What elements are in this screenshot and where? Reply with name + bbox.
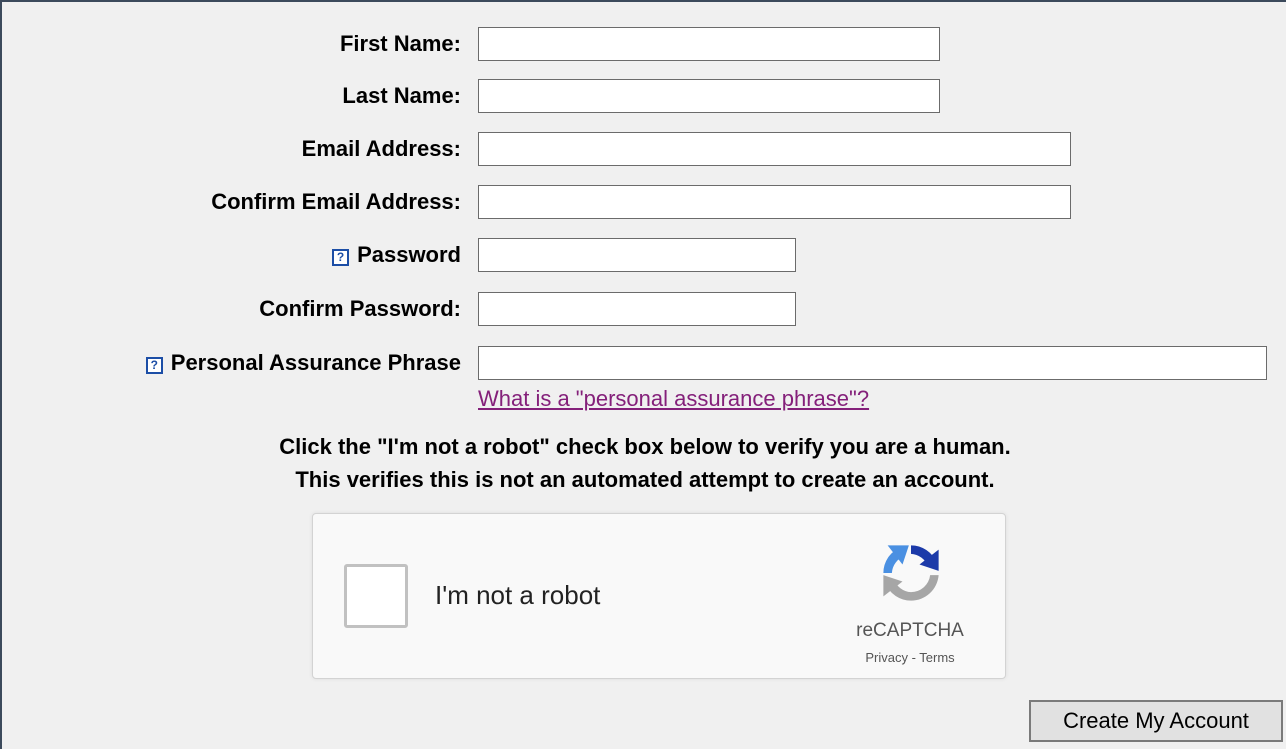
last-name-row: Last Name: — [2, 79, 1286, 113]
confirm-password-input[interactable] — [478, 292, 796, 326]
recaptcha-widget: I'm not a robot reCAPTCHA Privacy - Term… — [312, 513, 1006, 679]
last-name-input[interactable] — [478, 79, 940, 113]
first-name-input[interactable] — [478, 27, 940, 61]
password-input[interactable] — [478, 238, 796, 272]
email-label: Email Address: — [301, 136, 461, 161]
email-row: Email Address: — [2, 132, 1286, 166]
confirm-email-input[interactable] — [478, 185, 1071, 219]
recaptcha-logo-icon — [883, 545, 939, 601]
recaptcha-brand: reCAPTCHA — [856, 620, 964, 641]
phrase-help-link[interactable]: What is a "personal assurance phrase"? — [478, 386, 869, 412]
privacy-link[interactable]: Privacy — [865, 650, 908, 665]
phrase-label-group: ? Personal Assurance Phrase — [145, 346, 461, 380]
phrase-input[interactable] — [478, 346, 1267, 380]
recaptcha-label: I'm not a robot — [435, 580, 601, 610]
terms-link[interactable]: Terms — [919, 650, 954, 665]
recaptcha-links: Privacy - Terms — [825, 650, 995, 665]
phrase-row: ? Personal Assurance Phrase — [2, 346, 1286, 380]
first-name-label: First Name: — [339, 31, 461, 56]
confirm-password-label: Confirm Password: — [259, 296, 461, 321]
links-separator: - — [907, 650, 920, 665]
confirm-email-row: Confirm Email Address: — [2, 185, 1286, 219]
help-icon[interactable]: ? — [145, 357, 163, 374]
recaptcha-checkbox[interactable] — [344, 564, 408, 628]
create-account-button[interactable]: Create My Account — [1029, 700, 1283, 742]
confirm-email-label: Confirm Email Address: — [211, 189, 461, 214]
first-name-row: First Name: — [2, 27, 1286, 61]
confirm-password-row: Confirm Password: — [2, 292, 1286, 326]
phrase-label: Personal Assurance Phrase — [170, 350, 461, 375]
password-row: ? Password — [2, 238, 1286, 272]
captcha-instructions: Click the "I'm not a robot" check box be… — [2, 430, 1286, 496]
registration-form: First Name: Last Name: Email Address: Co… — [0, 0, 1286, 749]
last-name-label: Last Name: — [342, 83, 461, 108]
email-input[interactable] — [478, 132, 1071, 166]
password-label-group: ? Password — [332, 238, 461, 272]
help-icon[interactable]: ? — [332, 249, 350, 266]
instructions-line-2: This verifies this is not an automated a… — [295, 467, 995, 492]
password-label: Password — [357, 242, 461, 267]
instructions-line-1: Click the "I'm not a robot" check box be… — [279, 434, 1011, 459]
